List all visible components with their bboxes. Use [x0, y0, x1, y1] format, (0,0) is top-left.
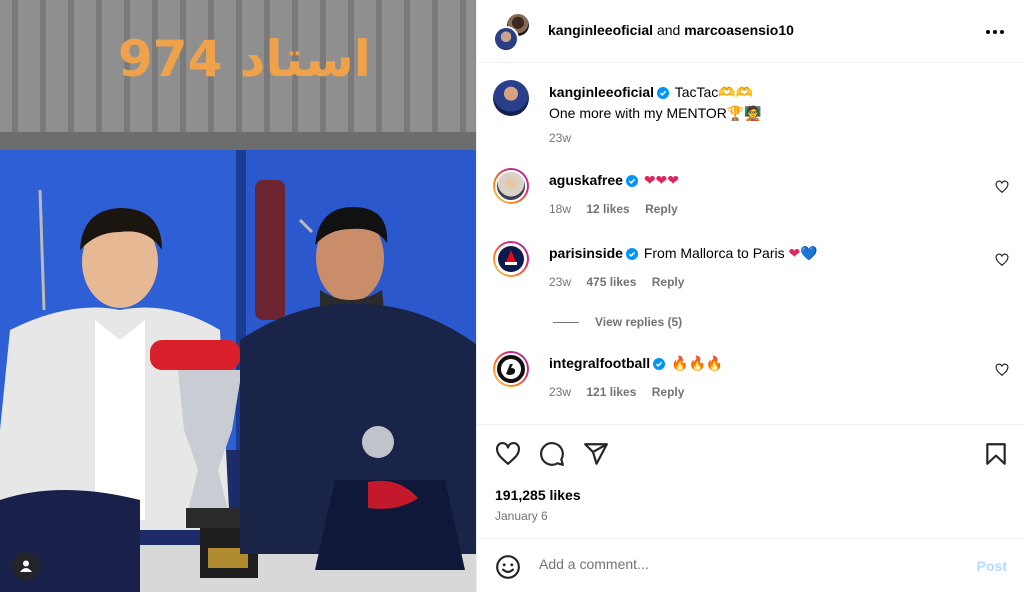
post-actions: 191,285 likes January 6	[477, 424, 1024, 538]
like-comment-heart-icon[interactable]	[995, 363, 1009, 377]
reply-button[interactable]: Reply	[645, 202, 678, 216]
user-icon	[20, 560, 32, 572]
caption-username[interactable]: kanginleeoficial	[549, 84, 654, 100]
tagged-users-button[interactable]	[12, 552, 40, 580]
reply-button[interactable]: Reply	[652, 275, 685, 289]
comment-item: aguskafree ❤❤❤ 18w 12 likes Reply	[493, 168, 1009, 224]
verified-badge-icon	[653, 358, 666, 370]
header-conj: and	[656, 22, 681, 38]
comment-likes[interactable]: 475 likes	[586, 275, 636, 289]
header-usernames: kanginleeoficial and marcoasensio10	[548, 22, 794, 38]
verified-badge-icon	[625, 175, 638, 187]
post-header: kanginleeoficial and marcoasensio10	[477, 0, 1024, 63]
integralfootball-logo	[501, 359, 521, 379]
caption-emojis-1: 🫶🫶	[718, 85, 754, 101]
comment-emojis: ❤💙	[788, 246, 818, 262]
comment-input[interactable]	[539, 556, 939, 572]
avatar[interactable]	[493, 80, 529, 116]
comment-composer: Post	[477, 538, 1024, 592]
avatar[interactable]	[493, 241, 529, 277]
smiley-icon[interactable]	[495, 554, 521, 580]
more-horizontal-icon	[986, 30, 1004, 34]
comment-text: From Mallorca to Paris	[643, 245, 785, 261]
avatar[interactable]	[493, 351, 529, 387]
comments-list[interactable]: kanginleeoficial TacTac🫶🫶 One more with …	[477, 64, 1024, 424]
caption: kanginleeoficial TacTac🫶🫶 One more with …	[493, 80, 1009, 150]
more-options-button[interactable]	[985, 22, 1005, 42]
divider	[553, 321, 579, 323]
post-image: 974 استاد	[0, 0, 476, 592]
likes-count[interactable]: 191,285 likes	[495, 487, 581, 503]
comment-emojis: 🔥🔥🔥	[671, 356, 724, 372]
verified-badge-icon	[657, 87, 670, 99]
comment-icon[interactable]	[539, 441, 565, 467]
comment-username[interactable]: aguskafree	[549, 172, 623, 188]
parisinside-logo	[498, 246, 524, 272]
caption-time[interactable]: 23w	[549, 131, 571, 145]
comment-item: parisinside From Mallorca to Paris ❤💙 23…	[493, 241, 1009, 297]
comment-time[interactable]: 18w	[549, 202, 571, 216]
post-comment-button[interactable]: Post	[977, 558, 1007, 574]
comment-emojis: ❤❤❤	[643, 173, 680, 189]
caption-emojis-2: 🏆🧑‍🏫	[726, 106, 762, 122]
avatar[interactable]	[493, 26, 519, 52]
header-username-2[interactable]: marcoasensio10	[684, 22, 794, 38]
comment-likes[interactable]: 121 likes	[586, 385, 636, 399]
wall-sign: 974 استاد	[118, 30, 371, 88]
comment-time[interactable]: 23w	[549, 385, 571, 399]
post-photo[interactable]: 974 استاد	[0, 0, 476, 592]
comment-item: integralfootball 🔥🔥🔥 23w 121 likes Reply	[493, 351, 1009, 407]
comment-time[interactable]: 23w	[549, 275, 571, 289]
like-comment-heart-icon[interactable]	[995, 253, 1009, 267]
reply-button[interactable]: Reply	[652, 385, 685, 399]
header-avatars[interactable]	[493, 12, 533, 52]
heart-icon[interactable]	[495, 441, 521, 467]
caption-text-1: TacTac	[674, 84, 719, 100]
avatar[interactable]	[493, 168, 529, 204]
comment-username[interactable]: parisinside	[549, 245, 623, 261]
post-details-panel: kanginleeoficial and marcoasensio10 kang…	[476, 0, 1024, 592]
view-replies-label: View replies (5)	[595, 315, 683, 329]
comment-likes[interactable]: 12 likes	[586, 202, 629, 216]
bookmark-icon[interactable]	[983, 441, 1009, 467]
send-icon[interactable]	[583, 441, 609, 467]
header-username-1[interactable]: kanginleeoficial	[548, 22, 653, 38]
verified-badge-icon	[625, 248, 638, 260]
view-replies-button[interactable]: View replies (5)	[553, 315, 682, 329]
comment-username[interactable]: integralfootball	[549, 355, 650, 371]
caption-text-2: One more with my MENTOR	[549, 105, 727, 121]
like-comment-heart-icon[interactable]	[995, 180, 1009, 194]
post-date[interactable]: January 6	[495, 509, 548, 523]
